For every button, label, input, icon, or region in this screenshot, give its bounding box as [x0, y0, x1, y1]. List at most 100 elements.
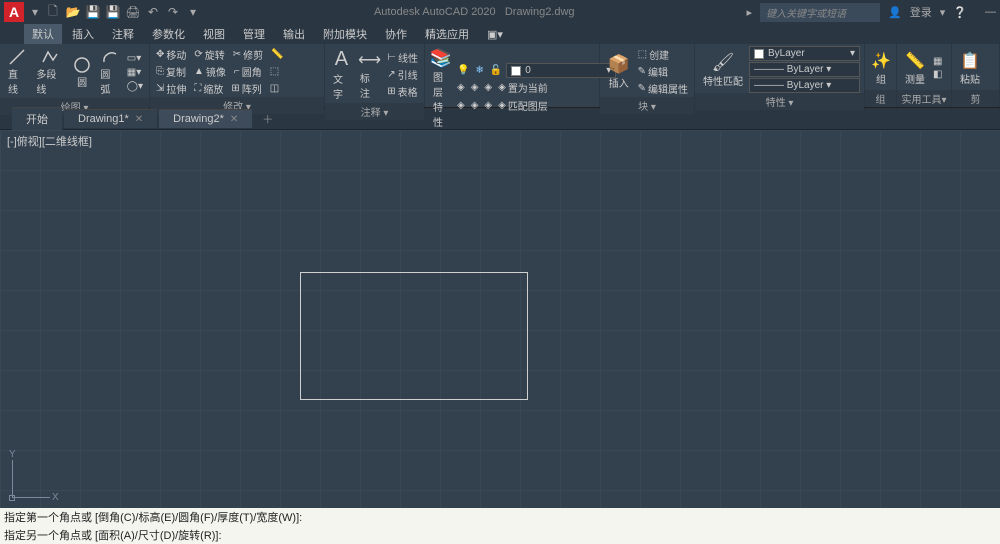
layer-walk-icon[interactable]: ◈	[469, 97, 481, 114]
edit-block-button[interactable]: ✎ 编辑	[636, 63, 690, 80]
layer-props-button[interactable]: 📚图层特性	[429, 46, 453, 131]
panel-label: 注释 ▾	[325, 103, 424, 120]
panel-label: 块 ▾	[600, 97, 694, 114]
dimension-button[interactable]: ⟷标注	[356, 48, 383, 102]
plot-icon[interactable]: 🖨	[124, 3, 142, 21]
command-prompt-line: 指定另一个角点或 [面积(A)/尺寸(D)/旋转(R)]:	[0, 526, 1000, 544]
layer-state-icon[interactable]: ◈	[482, 97, 494, 114]
panel-annotation: A文字 ⟷标注 ⊢ 线性 ↗ 引线 ⊞ 表格 注释 ▾	[325, 44, 425, 107]
array-button[interactable]: ⊞ 阵列	[229, 80, 263, 97]
saveas-icon[interactable]: 💾	[104, 3, 122, 21]
new-icon[interactable]: 🗋	[44, 3, 62, 21]
trim-button[interactable]: ✂ 修剪	[231, 46, 265, 63]
ribbon: 直线 多段线 圆 圆弧 ▭▾ ▦▾ ◯▾ 绘图 ▾ ✥ 移动 ⟳ 旋转 ✂ 修剪…	[0, 44, 1000, 108]
tab-parametric[interactable]: 参数化	[144, 24, 193, 44]
panel-clipboard: 📋粘贴 剪	[952, 44, 1000, 107]
layer-freeze-icon[interactable]: ❄	[473, 63, 485, 78]
tab-expander-icon[interactable]: ▣▾	[479, 26, 511, 43]
line-button[interactable]: 直线	[4, 46, 30, 98]
paste-button[interactable]: 📋粘贴	[956, 49, 984, 88]
panel-label: 实用工具▾	[897, 90, 951, 107]
login-button[interactable]: 登录	[910, 4, 932, 20]
edit-attr-button[interactable]: ✎ 编辑属性	[636, 80, 690, 97]
tab-manage[interactable]: 管理	[235, 24, 273, 44]
add-tab-button[interactable]: ＋	[254, 108, 281, 130]
layer-iso-icon[interactable]: ◈	[455, 79, 467, 96]
layer-lock-icon[interactable]: 🔓	[488, 63, 504, 78]
polyline-button[interactable]: 多段线	[32, 46, 68, 98]
rotate-button[interactable]: ⟳ 旋转	[192, 46, 226, 63]
fillet-button[interactable]: ⌐ 圆角	[232, 63, 264, 80]
util-icon1[interactable]: ▦	[931, 55, 944, 68]
mirror-button[interactable]: ▲ 镜像	[192, 63, 228, 80]
minimize-button[interactable]: —	[985, 6, 996, 18]
rectangle-icon[interactable]: ▭▾	[125, 52, 145, 65]
ellipse-icon[interactable]: ◯▾	[125, 80, 145, 93]
start-tab[interactable]: 开始	[12, 107, 62, 130]
set-current-button[interactable]: ◈ 置为当前	[496, 79, 550, 96]
tab-view[interactable]: 视图	[195, 24, 233, 44]
search-input[interactable]: 键入关键字或短语	[760, 3, 880, 22]
lineweight-dropdown[interactable]: ——— ByLayer ▾	[749, 62, 860, 77]
match-props-button[interactable]: 🖌特性匹配	[699, 50, 747, 90]
save-icon[interactable]: 💾	[84, 3, 102, 21]
command-history-line: 指定第一个角点或 [倒角(C)/标高(E)/圆角(F)/厚度(T)/宽度(W)]…	[0, 508, 1000, 526]
undo-icon[interactable]: ↶	[144, 3, 162, 21]
redo-icon[interactable]: ↷	[164, 3, 182, 21]
tab-featured[interactable]: 精选应用	[417, 24, 477, 44]
app-logo[interactable]: A	[4, 2, 24, 22]
panel-label: 组	[865, 90, 896, 107]
util-icon2[interactable]: ◧	[931, 68, 944, 81]
layer-uniso-icon[interactable]: ◈	[469, 79, 481, 96]
tab-output[interactable]: 输出	[275, 24, 313, 44]
app-menu-chevron[interactable]: ▾	[26, 3, 44, 21]
viewport-label[interactable]: [-]俯视][二维线框]	[4, 132, 95, 150]
arc-button[interactable]: 圆弧	[96, 46, 122, 98]
panel-properties: 🖌特性匹配 ByLayer▾ ——— ByLayer ▾ ——— ByLayer…	[695, 44, 865, 107]
exchange-icon[interactable]: ▾	[940, 6, 946, 19]
leader-button[interactable]: ↗ 引线	[385, 66, 420, 83]
move-button[interactable]: ✥ 移动	[154, 46, 188, 63]
color-dropdown[interactable]: ByLayer▾	[749, 46, 860, 61]
search-arrow-icon[interactable]: ▸	[747, 6, 753, 19]
qat-more-icon[interactable]: ▾	[184, 3, 202, 21]
tab-insert[interactable]: 插入	[64, 24, 102, 44]
ribbon-tabs: 默认 插入 注释 参数化 视图 管理 输出 附加模块 协作 精选应用 ▣▾	[0, 24, 1000, 44]
insert-block-button[interactable]: 📦插入	[604, 52, 634, 92]
tab-default[interactable]: 默认	[24, 24, 62, 44]
tab-addins[interactable]: 附加模块	[315, 24, 375, 44]
text-button[interactable]: A文字	[329, 46, 354, 103]
table-button[interactable]: ⊞ 表格	[385, 83, 420, 100]
explode-icon[interactable]: ⬚	[268, 63, 281, 80]
layer-on-icon[interactable]: 💡	[455, 63, 471, 78]
group-button[interactable]: ✨组	[869, 49, 893, 88]
measure-button[interactable]: 📏测量	[901, 49, 929, 88]
user-icon[interactable]: 👤	[888, 6, 902, 19]
linear-dim-button[interactable]: ⊢ 线性	[385, 49, 420, 66]
hatch-icon[interactable]: ▦▾	[125, 66, 145, 79]
tab-collab[interactable]: 协作	[377, 24, 415, 44]
copy-button[interactable]: ⎘ 复制	[154, 63, 188, 80]
rectangle-shape[interactable]	[300, 272, 528, 400]
offset-icon[interactable]: ◫	[268, 80, 281, 97]
drawing-canvas[interactable]: [-]俯视][二维线框] Y X	[0, 130, 1000, 510]
panel-layer: 📚图层特性 💡 ❄ 🔓 0▾ ◈ ◈ ◈ ◈ 置为当前 ◈ ◈ ◈	[425, 44, 600, 107]
create-block-button[interactable]: ⬚ 创建	[636, 46, 690, 63]
layer-prev-icon[interactable]: ◈	[455, 97, 467, 114]
close-icon[interactable]: ✕	[135, 114, 143, 125]
quick-access-toolbar: 🗋 📂 💾 💾 🖨 ↶ ↷ ▾	[44, 3, 202, 21]
match-layer-button[interactable]: ◈ 匹配图层	[496, 97, 550, 114]
stretch-button[interactable]: ⇲ 拉伸	[154, 80, 188, 97]
tab-annotate[interactable]: 注释	[104, 24, 142, 44]
scale-button[interactable]: ⛶ 缩放	[192, 80, 225, 97]
close-icon[interactable]: ✕	[230, 114, 238, 125]
file-tab[interactable]: Drawing1*✕	[64, 109, 157, 128]
erase-icon[interactable]: 📏	[269, 46, 285, 63]
linetype-dropdown[interactable]: ——— ByLayer ▾	[749, 78, 860, 93]
layer-off-icon[interactable]: ◈	[482, 79, 494, 96]
circle-button[interactable]: 圆	[70, 54, 95, 91]
file-tab[interactable]: Drawing2*✕	[159, 109, 252, 128]
open-icon[interactable]: 📂	[64, 3, 82, 21]
command-line[interactable]: 指定第一个角点或 [倒角(C)/标高(E)/圆角(F)/厚度(T)/宽度(W)]…	[0, 508, 1000, 544]
help-icon[interactable]: ❔	[953, 6, 967, 19]
